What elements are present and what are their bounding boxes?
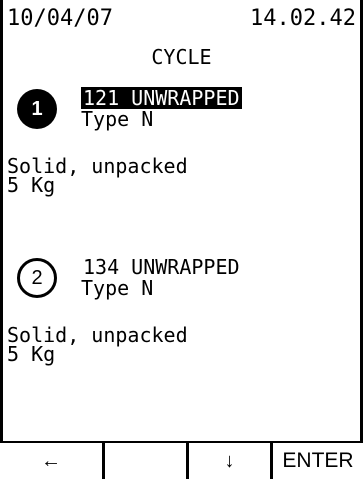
item-2-number-badge[interactable]: 2 bbox=[17, 258, 57, 298]
back-button[interactable]: ← bbox=[0, 443, 105, 479]
item-1-label[interactable]: 121 UNWRAPPED bbox=[81, 87, 242, 109]
enter-button[interactable]: ENTER bbox=[273, 443, 363, 479]
softkey-bar: ← ↓ ENTER bbox=[0, 441, 363, 479]
down-arrow-icon: ↓ bbox=[224, 449, 235, 472]
item-1-number-badge[interactable]: 1 bbox=[17, 89, 57, 129]
status-bar: 10/04/07 14.02.42 bbox=[7, 4, 356, 34]
screen-border-left bbox=[0, 0, 3, 479]
left-arrow-icon: ← bbox=[41, 449, 61, 472]
down-button[interactable]: ↓ bbox=[189, 443, 273, 479]
softkey-2-button[interactable] bbox=[105, 443, 189, 479]
enter-label: ENTER bbox=[282, 449, 354, 472]
page-title: CYCLE bbox=[151, 45, 212, 69]
item-2-weight: 5 Kg bbox=[7, 342, 56, 366]
item-1-weight: 5 Kg bbox=[7, 173, 56, 197]
item-1-type: Type N bbox=[81, 107, 154, 131]
item-2-type: Type N bbox=[81, 276, 154, 300]
item-2-label[interactable]: 134 UNWRAPPED bbox=[81, 256, 242, 278]
display-screen: 10/04/07 14.02.42 CYCLE 1 121 UNWRAPPED … bbox=[0, 0, 363, 479]
current-date: 10/04/07 bbox=[7, 6, 113, 31]
current-time: 14.02.42 bbox=[250, 6, 356, 31]
